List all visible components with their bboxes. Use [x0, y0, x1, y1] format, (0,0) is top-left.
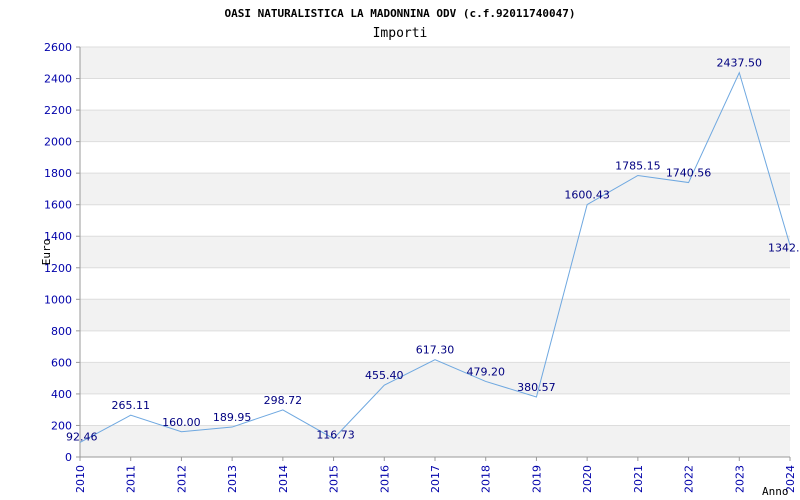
grid-band: [80, 267, 790, 300]
y-tick-label: 2400: [44, 73, 72, 86]
x-tick-label: 2013: [226, 465, 239, 493]
chart-title: OASI NATURALISTICA LA MADONNINA ODV (c.f…: [225, 7, 576, 20]
line-chart: OASI NATURALISTICA LA MADONNINA ODV (c.f…: [40, 7, 800, 498]
x-tick-label: 2018: [480, 465, 493, 493]
grid-band: [80, 362, 790, 394]
x-axis-label: Anno: [762, 485, 789, 498]
grid-band: [80, 47, 790, 79]
y-tick-label: 1000: [44, 293, 72, 306]
x-tick-label: 2023: [733, 465, 746, 493]
y-tick-label: 1800: [44, 167, 72, 180]
x-tick-label: 2020: [581, 465, 594, 493]
data-label: 1342.8: [768, 241, 800, 254]
y-tick-label: 2600: [44, 41, 72, 54]
x-tick-label: 2021: [632, 465, 645, 493]
grid-band: [80, 236, 790, 268]
data-label: 1785.15: [615, 159, 661, 172]
y-tick-label: 400: [51, 388, 72, 401]
y-tick-label: 600: [51, 356, 72, 369]
data-label: 455.40: [365, 369, 404, 382]
data-label: 265.11: [111, 399, 150, 412]
chart-subtitle: Importi: [373, 26, 428, 41]
x-tick-label: 2010: [74, 465, 87, 493]
x-axis-ticks: 2010 2011 2012 2013 2014 2015 2016 2017 2018 2019…: [74, 457, 797, 493]
grid-bands: [80, 47, 790, 457]
y-tick-label: 2000: [44, 136, 72, 149]
data-label: 189.95: [213, 411, 252, 424]
x-tick-label: 2019: [530, 465, 543, 493]
y-tick-label: 800: [51, 325, 72, 338]
y-tick-label: 2200: [44, 104, 72, 117]
x-tick-label: 2011: [125, 465, 138, 493]
data-label: 298.72: [264, 394, 303, 407]
y-tick-label: 1600: [44, 199, 72, 212]
grid-band: [80, 78, 790, 111]
x-tick-label: 2017: [429, 465, 442, 493]
x-tick-label: 2022: [683, 465, 696, 493]
data-label: 617.30: [416, 344, 455, 357]
data-label: 1740.56: [666, 167, 712, 180]
data-label: 160.00: [162, 416, 201, 429]
grid-band: [80, 110, 790, 142]
data-label: 92.46: [66, 430, 98, 443]
x-tick-label: 2012: [175, 465, 188, 493]
grid-band: [80, 425, 790, 457]
x-tick-label: 2015: [328, 465, 341, 493]
data-label: 380.57: [517, 381, 556, 394]
data-label: 2437.50: [717, 57, 763, 70]
data-label: 1600.43: [564, 189, 610, 202]
data-label: 116.73: [316, 429, 355, 442]
data-label: 479.20: [466, 365, 505, 378]
grid-band: [80, 299, 790, 331]
grid-band: [80, 204, 790, 237]
y-tick-label: 0: [65, 451, 72, 464]
y-axis-label: Euro: [40, 239, 53, 266]
x-tick-label: 2014: [277, 465, 290, 493]
x-tick-label: 2016: [378, 465, 391, 493]
